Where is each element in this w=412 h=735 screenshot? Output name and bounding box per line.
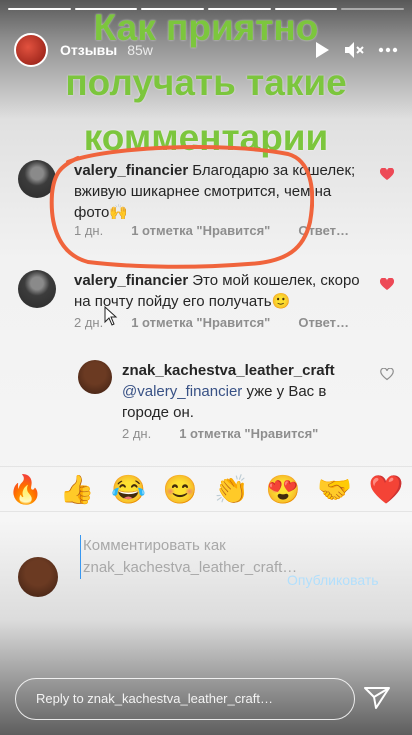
red-heart-emoji-button[interactable]: ❤️ [369, 473, 404, 506]
fire-emoji-button[interactable]: 🔥 [8, 473, 43, 506]
comment-username[interactable]: znak_kachestva_leather_craft [122, 362, 335, 379]
send-icon[interactable] [364, 686, 390, 715]
smiling-emoji-button[interactable]: 😊 [163, 473, 198, 506]
commenter-avatar[interactable] [18, 270, 56, 308]
comment-mention[interactable]: @valery_financier [122, 383, 242, 400]
mouse-cursor-icon [104, 306, 118, 326]
comment-input[interactable]: Комментировать как znak_kachestva_leathe… [80, 535, 297, 579]
comment-username[interactable]: valery_financier [74, 272, 188, 289]
current-user-avatar [18, 557, 58, 597]
comment-age: 2 дн. [74, 315, 104, 330]
thumbs-up-emoji-button[interactable]: 👍 [60, 473, 95, 506]
emoji-quick-bar: 🔥 👍 😂 😊 👏 😍 🤝 ❤️ [0, 466, 412, 512]
comment-likes[interactable]: 1 отметка "Нравится" [131, 315, 270, 330]
overlay-line: Как приятно [93, 7, 319, 48]
commenter-avatar[interactable] [78, 360, 112, 394]
story-reply-input[interactable]: Reply to znak_kachestva_leather_craft… [15, 678, 355, 720]
reply-comment-item: znak_kachestva_leather_craft @valery_fin… [78, 360, 394, 441]
heart-outline-icon[interactable] [380, 367, 394, 386]
comment-likes[interactable]: 1 отметка "Нравится" [179, 426, 318, 441]
comment-meta: 2 дн. 1 отметка "Нравится" [122, 426, 346, 441]
heart-eyes-emoji-button[interactable]: 😍 [266, 473, 301, 506]
publish-button[interactable]: Опубликовать [287, 572, 379, 588]
laughing-emoji-button[interactable]: 😂 [111, 473, 146, 506]
overlay-line: получать такие [65, 62, 347, 103]
clapping-emoji-button[interactable]: 👏 [214, 473, 249, 506]
highlight-ring [49, 145, 314, 269]
handshake-emoji-button[interactable]: 🤝 [317, 473, 352, 506]
comment-text: znak_kachestva_leather_craft @valery_fin… [122, 360, 366, 423]
heart-icon[interactable] [379, 277, 395, 296]
comment-reply-link[interactable]: Ответ… [298, 315, 349, 330]
story-overlay-text: Как приятно получать такие комментарии [0, 0, 412, 165]
comment-meta: 2 дн. 1 отметка "Нравится" Ответ… [74, 315, 377, 330]
comment-item: valery_financier Это мой кошелек, скоро н… [18, 270, 395, 340]
comment-age: 2 дн. [122, 426, 152, 441]
heart-icon[interactable] [379, 167, 395, 186]
